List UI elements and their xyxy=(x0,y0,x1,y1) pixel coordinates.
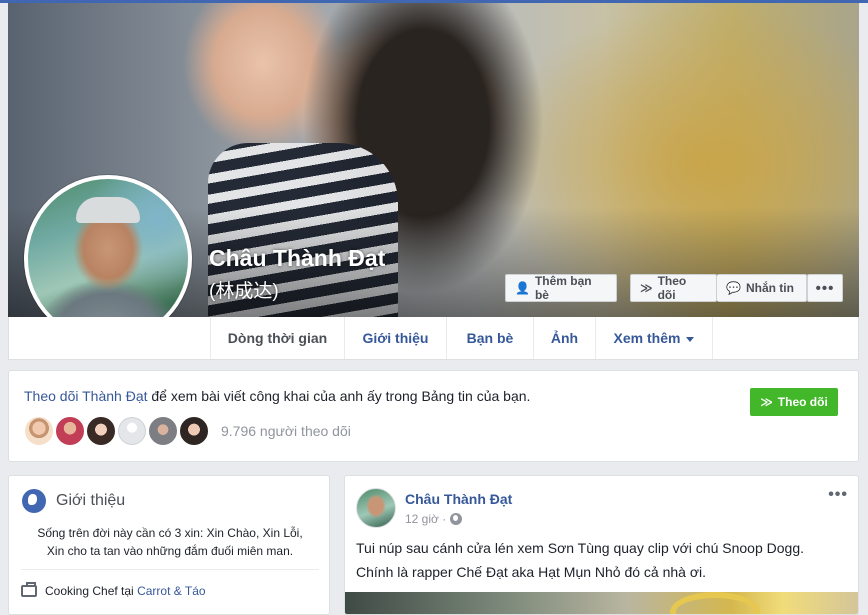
follow-label: Theo dõi xyxy=(657,274,687,302)
briefcase-icon xyxy=(21,582,37,597)
intro-header: Giới thiệu xyxy=(22,489,125,513)
post-author-avatar[interactable] xyxy=(356,488,396,528)
workplace-link[interactable]: Carrot & Táo xyxy=(137,584,205,598)
profile-alternate-name: (林成达) xyxy=(209,281,279,302)
add-friend-button[interactable]: 👤 Thêm bạn bè xyxy=(505,274,617,302)
tab-about[interactable]: Giới thiệu xyxy=(345,317,447,359)
more-options-button[interactable]: ••• xyxy=(807,274,843,302)
profile-name[interactable]: Châu Thành Đạt xyxy=(209,245,385,272)
tab-more[interactable]: Xem thêm xyxy=(596,317,713,359)
follow-description: để xem bài viết công khai của anh ấy tro… xyxy=(147,388,531,404)
intro-bio-line: Sống trên đời này cần có 3 xin: Xin Chào… xyxy=(37,526,303,540)
profile-nav: Dòng thời gian Giới thiệu Bạn bè Ảnh Xem… xyxy=(8,317,859,360)
intro-bio: Sống trên đời này cần có 3 xin: Xin Chào… xyxy=(21,524,319,560)
intro-card: Giới thiệu Sống trên đời này cần có 3 xi… xyxy=(8,475,330,615)
post-timestamp[interactable]: 12 giờ · xyxy=(405,512,446,526)
follower-avatar[interactable] xyxy=(147,415,179,447)
messenger-icon: 💬 xyxy=(726,281,741,295)
follow-button[interactable]: ≫ Theo dõi xyxy=(630,274,717,302)
followers-row: 9.796 người theo dõi xyxy=(23,415,351,447)
post-text: Tui núp sau cánh cửa lén xem Sơn Tùng qu… xyxy=(356,536,846,584)
follow-green-label: Theo dõi xyxy=(777,395,828,409)
rss-icon: ≫ xyxy=(640,281,653,295)
message-button[interactable]: 💬 Nhắn tin xyxy=(717,274,807,302)
add-friend-label: Thêm bạn bè xyxy=(534,274,592,302)
post-text-line: Chính là rapper Chế Đạt aka Hạt Mụn Nhỏ … xyxy=(356,564,707,580)
chevron-down-icon xyxy=(686,336,695,342)
post-meta: 12 giờ · xyxy=(405,512,463,526)
work-item: Cooking Chef tại Carrot & Táo xyxy=(21,582,206,598)
avatar-image xyxy=(28,179,188,339)
follower-avatar[interactable] xyxy=(85,415,117,447)
message-label: Nhắn tin xyxy=(745,281,794,295)
ellipsis-icon: ••• xyxy=(815,279,835,297)
add-friend-icon: 👤 xyxy=(515,281,530,295)
intro-bio-line: Xin cho ta tan vào những đắm đuối miên m… xyxy=(46,544,294,558)
follow-prompt-text: Theo dõi Thành Đạt để xem bài viết công … xyxy=(24,388,530,404)
divider xyxy=(21,569,319,570)
follow-green-button[interactable]: ≫ Theo dõi xyxy=(750,388,838,416)
follower-avatar[interactable] xyxy=(23,415,55,447)
tab-photos[interactable]: Ảnh xyxy=(534,317,596,359)
avatar-cap xyxy=(76,197,140,223)
work-title: Cooking Chef tại xyxy=(45,584,138,598)
post-text-line: Tui núp sau cánh cửa lén xem Sơn Tùng qu… xyxy=(356,540,804,556)
tab-timeline[interactable]: Dòng thời gian xyxy=(210,317,345,359)
follow-link[interactable]: Theo dõi Thành Đạt xyxy=(24,388,148,404)
tab-friends[interactable]: Bạn bè xyxy=(447,317,534,359)
post-card: Châu Thành Đạt 12 giờ · ••• Tui núp sau … xyxy=(344,475,859,615)
follower-count[interactable]: 9.796 người theo dõi xyxy=(221,423,351,439)
follower-avatar[interactable] xyxy=(178,415,210,447)
intro-title: Giới thiệu xyxy=(56,492,126,509)
follow-prompt-card: Theo dõi Thành Đạt để xem bài viết công … xyxy=(8,370,859,462)
follower-avatar[interactable] xyxy=(116,415,148,447)
post-image[interactable] xyxy=(345,592,858,614)
rss-icon: ≫ xyxy=(760,395,773,409)
post-options-button[interactable]: ••• xyxy=(828,486,848,504)
follower-avatar[interactable] xyxy=(54,415,86,447)
tab-more-label: Xem thêm xyxy=(613,330,681,346)
post-author-name[interactable]: Châu Thành Đạt xyxy=(405,491,512,507)
globe-icon xyxy=(22,489,46,513)
public-globe-icon xyxy=(450,513,463,525)
